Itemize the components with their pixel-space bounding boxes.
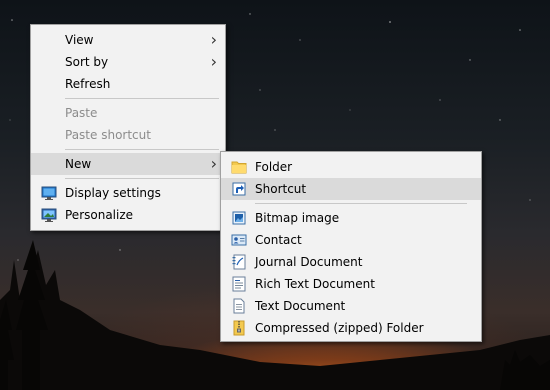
submenu-item-text-document[interactable]: Text Document (221, 295, 481, 317)
menu-item-label: Paste shortcut (65, 128, 151, 142)
bitmap-image-icon (232, 211, 246, 225)
submenu-item-label: Folder (255, 160, 293, 174)
submenu-item-label: Rich Text Document (255, 277, 375, 291)
chevron-right-icon: › (210, 30, 217, 49)
menu-item-label: Paste (65, 106, 98, 120)
new-submenu: Folder Shortcut Bitmap image Contact Jou… (220, 151, 482, 342)
desktop-context-menu: View › Sort by › Refresh Paste Paste sho… (30, 24, 226, 231)
menu-item-label: Display settings (65, 186, 161, 200)
chevron-right-icon: › (210, 154, 217, 173)
menu-item-refresh[interactable]: Refresh (31, 73, 225, 95)
menu-separator (65, 149, 219, 150)
submenu-item-shortcut[interactable]: Shortcut (221, 178, 481, 200)
menu-item-paste[interactable]: Paste (31, 102, 225, 124)
menu-separator (255, 203, 467, 204)
submenu-item-folder[interactable]: Folder (221, 156, 481, 178)
submenu-item-label: Shortcut (255, 182, 307, 196)
zip-folder-icon (233, 320, 245, 336)
menu-item-sort-by[interactable]: Sort by › (31, 51, 225, 73)
submenu-item-contact[interactable]: Contact (221, 229, 481, 251)
menu-item-paste-shortcut[interactable]: Paste shortcut (31, 124, 225, 146)
submenu-item-bitmap-image[interactable]: Bitmap image (221, 207, 481, 229)
menu-item-label: Sort by (65, 55, 109, 69)
submenu-item-label: Bitmap image (255, 211, 340, 225)
menu-separator (65, 178, 219, 179)
shortcut-icon (232, 182, 246, 196)
rich-text-document-icon (232, 276, 246, 292)
menu-item-label: View (65, 33, 94, 47)
submenu-item-journal-document[interactable]: Journal Document (221, 251, 481, 273)
submenu-item-label: Compressed (zipped) Folder (255, 321, 424, 335)
submenu-item-compressed-folder[interactable]: Compressed (zipped) Folder (221, 317, 481, 339)
personalize-icon (41, 208, 57, 222)
submenu-item-label: Text Document (255, 299, 346, 313)
menu-item-new[interactable]: New › (31, 153, 225, 175)
menu-item-label: Personalize (65, 208, 134, 222)
menu-item-personalize[interactable]: Personalize (31, 204, 225, 226)
chevron-right-icon: › (210, 52, 217, 71)
menu-item-view[interactable]: View › (31, 29, 225, 51)
text-document-icon (233, 298, 245, 314)
menu-item-label: Refresh (65, 77, 111, 91)
contact-icon (231, 234, 247, 246)
menu-item-display-settings[interactable]: Display settings (31, 182, 225, 204)
display-settings-icon (41, 186, 57, 200)
submenu-item-rich-text-document[interactable]: Rich Text Document (221, 273, 481, 295)
journal-document-icon (232, 254, 246, 270)
menu-item-label: New (65, 157, 92, 171)
menu-separator (65, 98, 219, 99)
submenu-item-label: Journal Document (255, 255, 363, 269)
folder-icon (231, 161, 247, 174)
submenu-item-label: Contact (255, 233, 302, 247)
